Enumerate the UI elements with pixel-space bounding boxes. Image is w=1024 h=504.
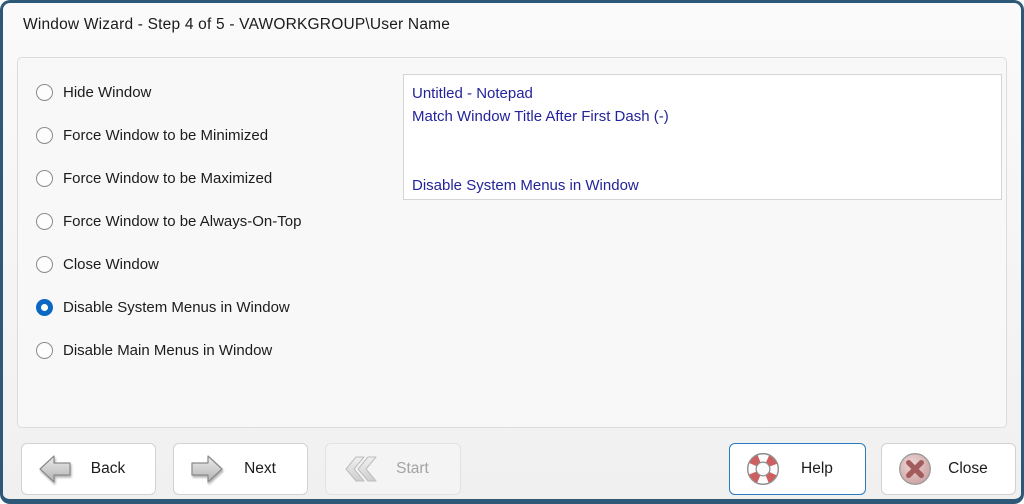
radio-label: Disable System Menus in Window (63, 299, 290, 316)
radio-icon[interactable] (36, 342, 53, 359)
red-x-circle-icon (895, 450, 935, 488)
close-button[interactable]: Close (881, 443, 1016, 495)
lifebuoy-icon (743, 450, 783, 488)
radio-label: Force Window to be Minimized (63, 127, 268, 144)
help-button[interactable]: Help (729, 443, 866, 495)
radio-option-disable-main-menus[interactable]: Disable Main Menus in Window (36, 338, 301, 362)
radio-icon[interactable] (36, 213, 53, 230)
radio-label: Force Window to be Always-On-Top (63, 213, 301, 230)
radio-icon[interactable] (36, 299, 53, 316)
radio-icon[interactable] (36, 256, 53, 273)
radio-label: Disable Main Menus in Window (63, 342, 272, 359)
start-button-label: Start (379, 460, 446, 478)
selection-summary-listbox[interactable]: Untitled - Notepad Match Window Title Af… (403, 74, 1002, 200)
radio-label: Hide Window (63, 84, 151, 101)
double-chevron-left-icon (339, 453, 379, 485)
next-button[interactable]: Next (173, 443, 308, 495)
list-item[interactable] (412, 151, 993, 174)
wizard-window: Window Wizard - Step 4 of 5 - VAWORKGROU… (0, 0, 1024, 504)
radio-icon[interactable] (36, 127, 53, 144)
start-button-disabled[interactable]: Start (325, 443, 461, 495)
window-action-radio-group: Hide Window Force Window to be Minimized… (36, 80, 301, 362)
list-item[interactable]: Disable System Menus in Window (412, 174, 993, 197)
content-panel: Hide Window Force Window to be Minimized… (17, 57, 1007, 428)
radio-label: Force Window to be Maximized (63, 170, 272, 187)
radio-label: Close Window (63, 256, 159, 273)
radio-option-disable-system-menus[interactable]: Disable System Menus in Window (36, 295, 301, 319)
window-title: Window Wizard - Step 4 of 5 - VAWORKGROU… (23, 16, 450, 34)
title-bar: Window Wizard - Step 4 of 5 - VAWORKGROU… (3, 3, 1021, 57)
arrow-right-icon (187, 453, 227, 485)
radio-icon[interactable] (36, 170, 53, 187)
list-item[interactable]: Match Window Title After First Dash (-) (412, 105, 993, 128)
back-button-label: Back (75, 460, 141, 478)
list-item[interactable]: Untitled - Notepad (412, 82, 993, 105)
back-button[interactable]: Back (21, 443, 156, 495)
help-button-label: Help (783, 460, 851, 478)
radio-option-always-on-top[interactable]: Force Window to be Always-On-Top (36, 209, 301, 233)
next-button-label: Next (227, 460, 293, 478)
list-item[interactable] (412, 128, 993, 151)
radio-option-close-window[interactable]: Close Window (36, 252, 301, 276)
footer-button-bar: Back Next (3, 441, 1024, 497)
radio-option-force-minimized[interactable]: Force Window to be Minimized (36, 123, 301, 147)
radio-icon[interactable] (36, 84, 53, 101)
radio-option-force-maximized[interactable]: Force Window to be Maximized (36, 166, 301, 190)
radio-option-hide-window[interactable]: Hide Window (36, 80, 301, 104)
arrow-left-icon (35, 453, 75, 485)
close-button-label: Close (935, 460, 1001, 478)
